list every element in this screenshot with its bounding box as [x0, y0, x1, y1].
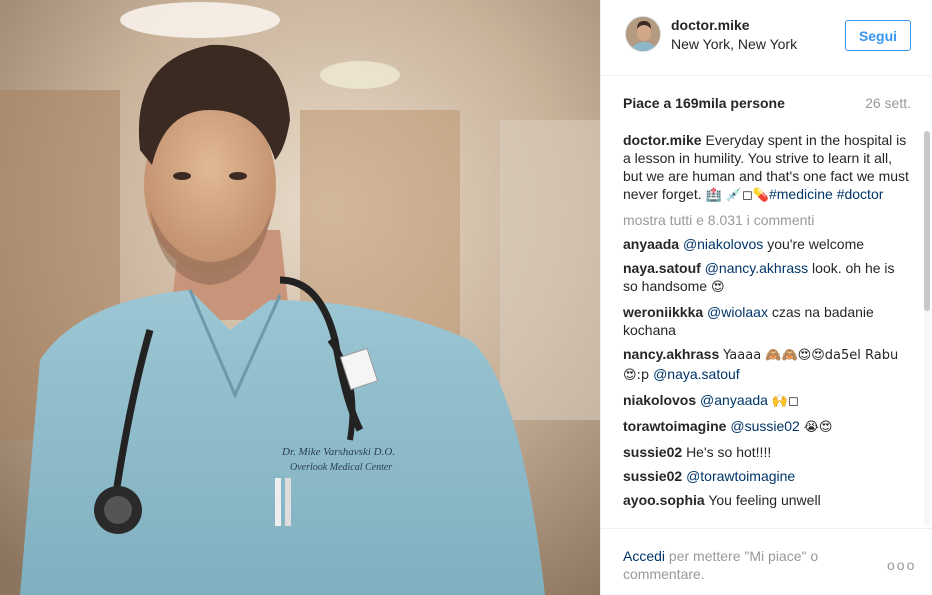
post-location[interactable]: New York, New York	[671, 36, 797, 52]
comment-item: naya.satouf @nancy.akhrass look. oh he i…	[623, 259, 913, 297]
comments-scrollbar[interactable]	[924, 131, 930, 527]
comment-username[interactable]: sussie02	[623, 444, 682, 460]
comment-username[interactable]: ayoo.sophia	[623, 492, 705, 508]
instagram-post: Dr. Mike Varshavski D.O. Overlook Medica…	[0, 0, 932, 595]
badge-line-2: Overlook Medical Center	[290, 462, 392, 473]
post-time[interactable]: 26 sett.	[865, 95, 911, 111]
comment-item: nancy.akhrass Yaaaa 🙈🙈😍😍da5el Rabu 😍:p @…	[623, 345, 913, 385]
comment-emoji: 🙌◻	[771, 394, 799, 409]
likes-count[interactable]: Piace a 169mila persone	[623, 95, 785, 111]
show-all-comments[interactable]: mostra tutti e 8.031 i commenti	[623, 211, 913, 229]
comment-item: niakolovos @anyaada 🙌◻	[623, 391, 913, 411]
comment-username[interactable]: torawtoimagine	[623, 418, 726, 434]
comment-username[interactable]: weroniikkka	[623, 304, 703, 320]
scroll-thumb[interactable]	[924, 131, 930, 311]
comment-username[interactable]: anyaada	[623, 236, 679, 252]
doctor-photo-illustration: Dr. Mike Varshavski D.O. Overlook Medica…	[0, 0, 600, 595]
comments-list[interactable]: doctor.mike Everyday spent in the hospit…	[623, 131, 913, 527]
comment-mention[interactable]: @nancy.akhrass	[705, 260, 808, 276]
comment-emoji: 😭😍	[803, 420, 833, 435]
avatar-image	[626, 17, 660, 51]
caption: doctor.mike Everyday spent in the hospit…	[623, 131, 913, 205]
comment-username[interactable]: nancy.akhrass	[623, 346, 719, 362]
comment-mention[interactable]: @torawtoimagine	[686, 468, 795, 484]
comment-username[interactable]: niakolovos	[623, 392, 696, 408]
caption-username[interactable]: doctor.mike	[623, 132, 702, 148]
comment-item: torawtoimagine @sussie02 😭😍	[623, 417, 913, 437]
comment-text: you're welcome	[767, 236, 865, 252]
login-link[interactable]: Accedi	[623, 548, 665, 564]
hashtag-doctor[interactable]: #doctor	[837, 186, 884, 202]
caption-emojis: 🏥 💉◻💊	[705, 188, 769, 203]
badge-line-1: Dr. Mike Varshavski D.O.	[281, 446, 395, 458]
follow-button[interactable]: Segui	[845, 20, 911, 51]
hashtag-medicine[interactable]: #medicine	[769, 186, 833, 202]
comment-item: anyaada @niakolovos you're welcome	[623, 235, 913, 253]
comment-item: ayoo.sophia You feeling unwell	[623, 491, 913, 509]
comment-username[interactable]: naya.satouf	[623, 260, 701, 276]
avatar[interactable]	[625, 16, 661, 52]
likes-row: Piace a 169mila persone 26 sett.	[623, 95, 911, 113]
comment-item: sussie02 He's so hot!!!!	[623, 443, 913, 461]
comment-emoji: 😍	[710, 280, 725, 295]
comment-username[interactable]: sussie02	[623, 468, 682, 484]
login-prompt: Accedi per mettere "Mi piace" o commenta…	[623, 547, 853, 583]
post-photo[interactable]: Dr. Mike Varshavski D.O. Overlook Medica…	[0, 0, 600, 595]
comment-item: weroniikkka @wiolaax czas na badanie koc…	[623, 303, 913, 339]
post-username[interactable]: doctor.mike	[671, 17, 750, 33]
comment-item: sussie02 @torawtoimagine	[623, 467, 913, 485]
more-options-icon[interactable]: ooo	[887, 557, 916, 573]
comment-text: He's so hot!!!!	[686, 444, 772, 460]
post-header: doctor.mike New York, New York Segui	[601, 0, 932, 76]
post-info-panel: doctor.mike New York, New York Segui Pia…	[600, 0, 932, 595]
comment-mention[interactable]: @niakolovos	[683, 236, 763, 252]
post-footer: Accedi per mettere "Mi piace" o commenta…	[601, 528, 932, 595]
comment-text: You feeling unwell	[708, 492, 821, 508]
comment-mention[interactable]: @naya.satouf	[653, 366, 740, 382]
comment-mention[interactable]: @wiolaax	[707, 304, 768, 320]
comment-mention[interactable]: @sussie02	[730, 418, 799, 434]
comment-mention[interactable]: @anyaada	[700, 392, 768, 408]
